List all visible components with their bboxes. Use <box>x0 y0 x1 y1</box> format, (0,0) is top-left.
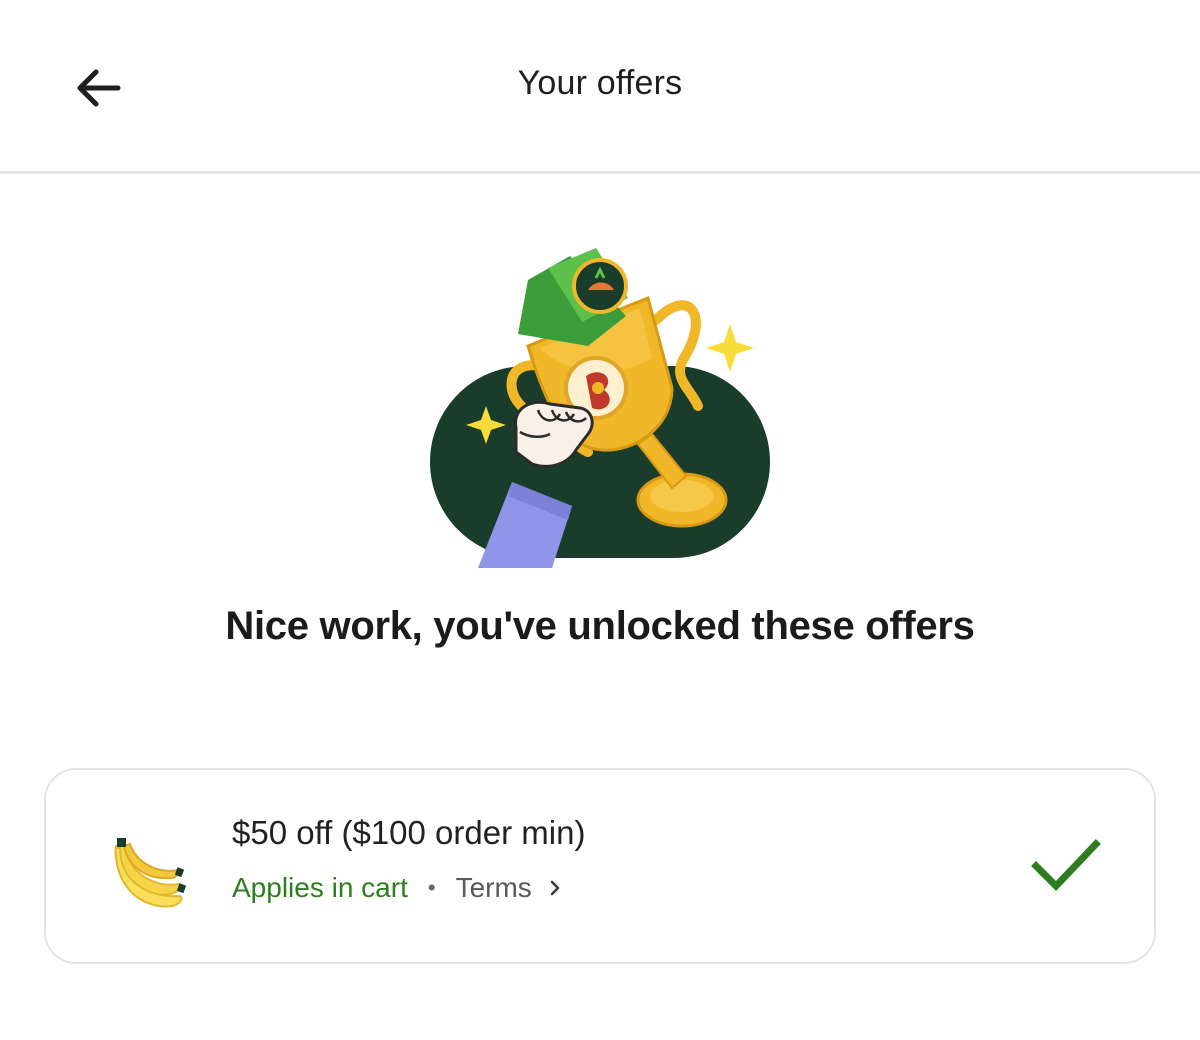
unlocked-headline: Nice work, you've unlocked these offers <box>225 604 975 648</box>
separator-dot: • <box>427 875 436 900</box>
terms-link[interactable]: Terms <box>456 872 564 904</box>
top-bar: Your offers <box>0 0 1200 174</box>
offer-title: $50 off ($100 order min) <box>232 814 586 851</box>
page-title: Your offers <box>517 64 683 102</box>
terms-label: Terms <box>455 872 532 903</box>
offers-page: Your offers Nice work, you've unlocked t… <box>0 0 1200 1040</box>
banana-icon <box>114 838 187 908</box>
checkmark-icon <box>1031 839 1101 892</box>
applies-in-cart-link[interactable]: Applies in cart <box>232 872 408 904</box>
trophy-illustration <box>430 248 770 568</box>
chevron-right-icon <box>550 880 560 896</box>
offer-meta: Applies in cart • Terms <box>232 872 564 904</box>
offer-card[interactable]: $50 off ($100 order min) Applies in cart… <box>44 768 1156 964</box>
